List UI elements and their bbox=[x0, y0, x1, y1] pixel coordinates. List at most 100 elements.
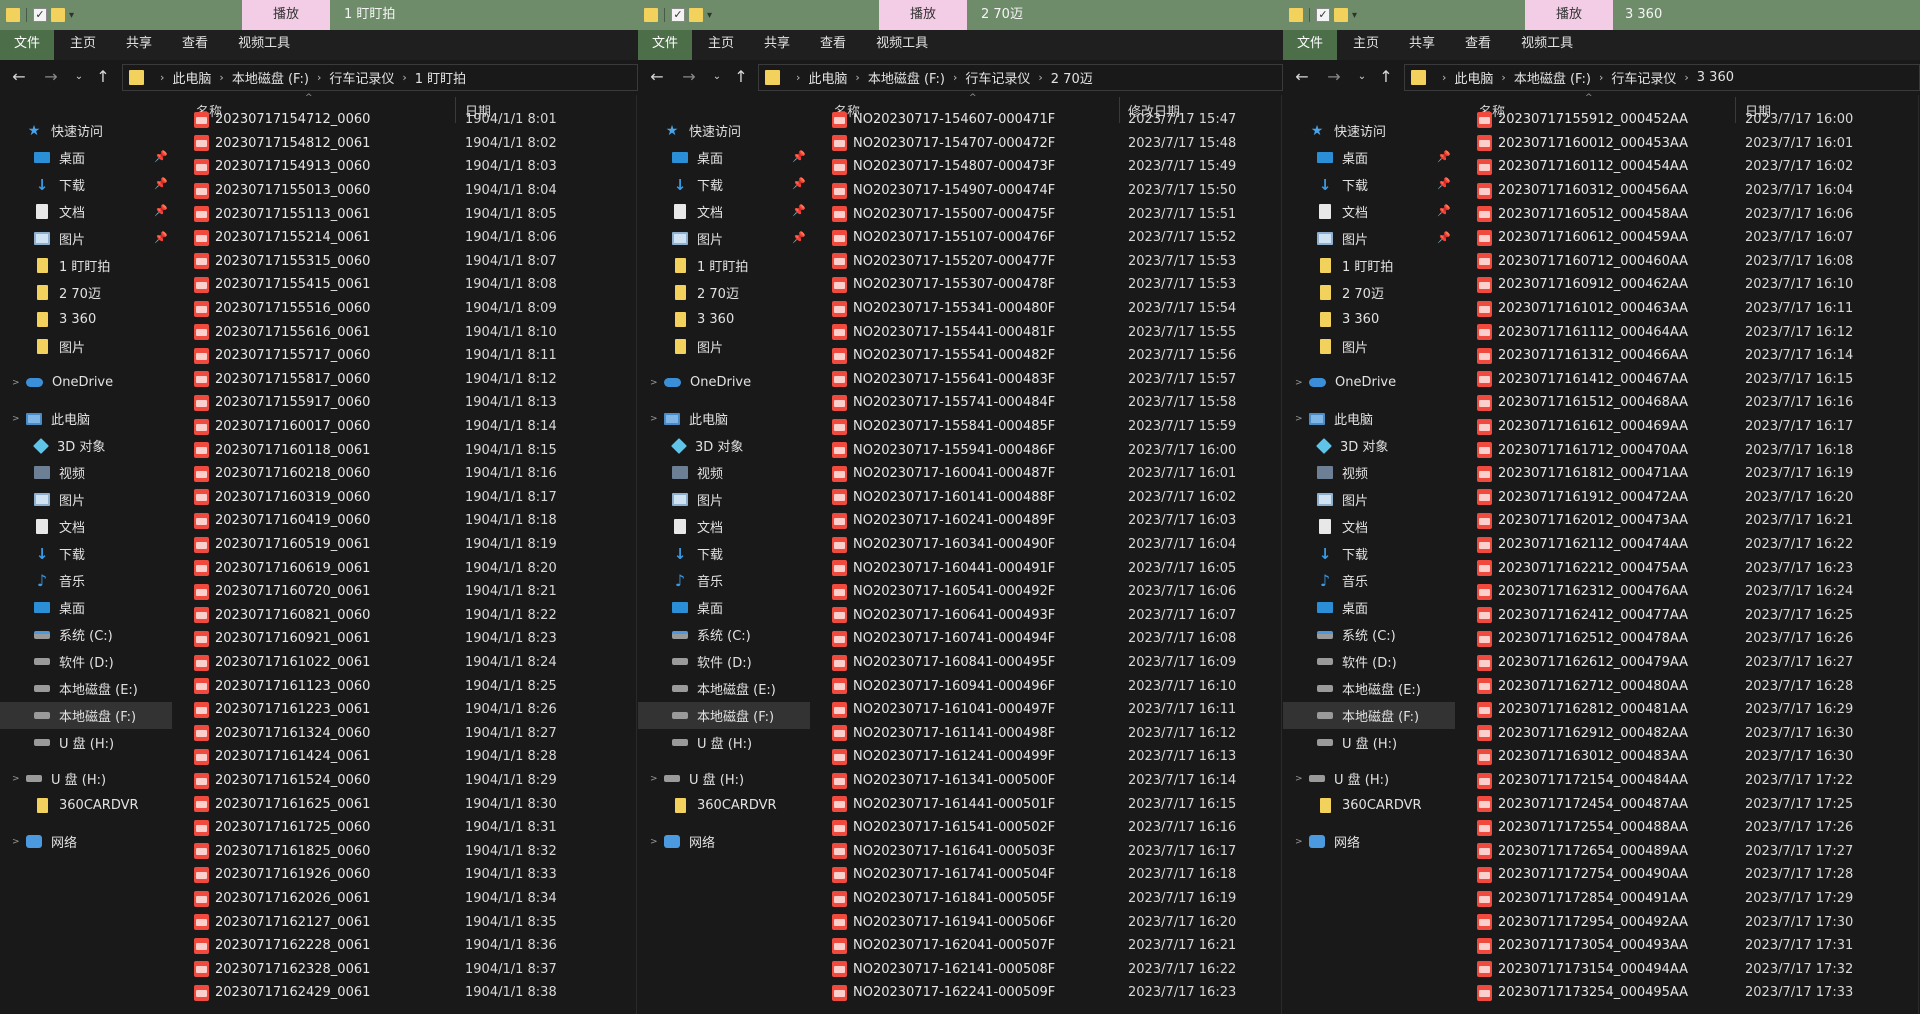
nav-pane-item[interactable]: 文档 bbox=[638, 513, 810, 540]
vertical-scrollbar[interactable] bbox=[1918, 95, 1919, 1014]
file-row[interactable]: 20230717161123_0060 1904/1/1 8:25 bbox=[194, 674, 626, 698]
nav-pane-item[interactable]: ↓ 下载 bbox=[0, 540, 172, 567]
breadcrumb-item[interactable]: 1 盯盯拍 bbox=[415, 68, 466, 87]
nav-pane-item[interactable]: > 此电脑 bbox=[1283, 405, 1455, 432]
file-row[interactable]: 20230717173054_000493AA 2023/7/17 17:31 bbox=[1477, 934, 1908, 958]
file-row[interactable]: NO20230717-154907-000474F 2023/7/17 15:50 bbox=[832, 179, 1271, 203]
file-row[interactable]: 20230717160821_0060 1904/1/1 8:22 bbox=[194, 604, 626, 628]
ribbon-tab[interactable]: 共享 bbox=[750, 30, 804, 60]
nav-pane-item[interactable]: U 盘 (H:) bbox=[0, 729, 172, 756]
file-row[interactable]: 20230717172754_000490AA 2023/7/17 17:28 bbox=[1477, 863, 1908, 887]
nav-pane-item[interactable]: 桌面 📌 bbox=[1283, 144, 1455, 171]
file-row[interactable]: 20230717161012_000463AA 2023/7/17 16:11 bbox=[1477, 297, 1908, 321]
file-row[interactable]: 20230717162712_000480AA 2023/7/17 16:28 bbox=[1477, 674, 1908, 698]
file-row[interactable]: 20230717161912_000472AA 2023/7/17 16:20 bbox=[1477, 486, 1908, 510]
file-row[interactable]: 20230717161223_0061 1904/1/1 8:26 bbox=[194, 698, 626, 722]
expand-icon[interactable]: > bbox=[12, 774, 20, 784]
ribbon-tab[interactable]: 共享 bbox=[112, 30, 166, 60]
nav-pane-item[interactable]: 1 盯盯拍 bbox=[638, 252, 810, 279]
breadcrumb-item[interactable]: 行车记录仪 bbox=[1611, 68, 1676, 87]
ribbon-tab[interactable]: 主页 bbox=[1339, 30, 1393, 60]
up-button[interactable]: ↑ bbox=[92, 64, 114, 90]
ribbon-tab[interactable]: 文件 bbox=[0, 30, 55, 60]
nav-pane-item[interactable]: > U 盘 (H:) bbox=[1283, 765, 1455, 792]
file-row[interactable]: 20230717162026_0061 1904/1/1 8:34 bbox=[194, 887, 626, 911]
file-row[interactable]: 20230717161112_000464AA 2023/7/17 16:12 bbox=[1477, 320, 1908, 344]
file-row[interactable]: 20230717161524_0060 1904/1/1 8:29 bbox=[194, 769, 626, 793]
expand-icon[interactable]: > bbox=[1295, 414, 1303, 424]
back-button[interactable]: ← bbox=[1291, 64, 1313, 90]
address-bar[interactable]: › 此电脑 › 本地磁盘 (F:) › 行车记录仪 › 2 70迈 bbox=[758, 64, 1283, 91]
expand-icon[interactable]: > bbox=[650, 774, 658, 784]
nav-pane-item[interactable]: > 此电脑 bbox=[638, 405, 810, 432]
folder-icon[interactable] bbox=[1289, 8, 1303, 22]
chevron-right-icon[interactable]: › bbox=[219, 71, 223, 84]
expand-icon[interactable]: > bbox=[650, 378, 658, 388]
nav-pane-item[interactable]: > OneDrive bbox=[638, 369, 810, 396]
nav-pane-item[interactable]: 视频 bbox=[1283, 459, 1455, 486]
new-folder-icon[interactable] bbox=[1334, 8, 1348, 22]
nav-pane-item[interactable]: 本地磁盘 (E:) bbox=[638, 675, 810, 702]
file-row[interactable]: NO20230717-162241-000509F 2023/7/17 16:23 bbox=[832, 981, 1271, 1005]
file-row[interactable]: 20230717162612_000479AA 2023/7/17 16:27 bbox=[1477, 651, 1908, 675]
nav-pane-item[interactable]: 图片 bbox=[638, 486, 810, 513]
file-row[interactable]: 20230717160218_0060 1904/1/1 8:16 bbox=[194, 462, 626, 486]
file-row[interactable]: 20230717172954_000492AA 2023/7/17 17:30 bbox=[1477, 910, 1908, 934]
file-row[interactable]: 20230717161825_0060 1904/1/1 8:32 bbox=[194, 840, 626, 864]
file-row[interactable]: NO20230717-160141-000488F 2023/7/17 16:02 bbox=[832, 486, 1271, 510]
breadcrumb-item[interactable]: 此电脑 bbox=[808, 68, 847, 87]
file-row[interactable]: NO20230717-155307-000478F 2023/7/17 15:53 bbox=[832, 273, 1271, 297]
nav-pane-item[interactable]: 3D 对象 bbox=[1283, 432, 1455, 459]
nav-pane-item[interactable]: 桌面 bbox=[0, 594, 172, 621]
ribbon-tab[interactable]: 视频工具 bbox=[862, 30, 942, 60]
file-row[interactable]: 20230717155113_0061 1904/1/1 8:05 bbox=[194, 202, 626, 226]
file-row[interactable]: NO20230717-155441-000481F 2023/7/17 15:55 bbox=[832, 320, 1271, 344]
file-row[interactable]: 20230717160519_0061 1904/1/1 8:19 bbox=[194, 533, 626, 557]
breadcrumb-item[interactable]: 此电脑 bbox=[1454, 68, 1493, 87]
ribbon-tab[interactable]: 视频工具 bbox=[224, 30, 304, 60]
chevron-right-icon[interactable]: › bbox=[402, 71, 406, 84]
customize-toolbar-icon[interactable]: ▾ bbox=[707, 10, 712, 21]
nav-pane-item[interactable]: 本地磁盘 (F:) bbox=[638, 702, 810, 729]
nav-pane-item[interactable]: > OneDrive bbox=[1283, 369, 1455, 396]
file-row[interactable]: NO20230717-160941-000496F 2023/7/17 16:10 bbox=[832, 674, 1271, 698]
chevron-right-icon[interactable]: › bbox=[1599, 71, 1603, 84]
nav-pane-item[interactable]: 1 盯盯拍 bbox=[0, 252, 172, 279]
ribbon-tab[interactable]: 文件 bbox=[1283, 30, 1338, 60]
file-row[interactable]: 20230717161512_000468AA 2023/7/17 16:16 bbox=[1477, 391, 1908, 415]
nav-pane-item[interactable]: 2 70迈 bbox=[1283, 279, 1455, 306]
file-row[interactable]: 20230717155717_0060 1904/1/1 8:11 bbox=[194, 344, 626, 368]
expand-icon[interactable]: > bbox=[1295, 378, 1303, 388]
ribbon-tab[interactable]: 查看 bbox=[168, 30, 222, 60]
breadcrumb-item[interactable]: 本地磁盘 (F:) bbox=[232, 68, 309, 87]
file-row[interactable]: 20230717155013_0060 1904/1/1 8:04 bbox=[194, 179, 626, 203]
nav-pane-item[interactable]: 3D 对象 bbox=[0, 432, 172, 459]
file-row[interactable]: NO20230717-162041-000507F 2023/7/17 16:21 bbox=[832, 934, 1271, 958]
context-tab-play[interactable]: 播放 bbox=[1525, 0, 1613, 30]
chevron-right-icon[interactable]: › bbox=[1442, 71, 1446, 84]
file-row[interactable]: 20230717155516_0060 1904/1/1 8:09 bbox=[194, 297, 626, 321]
nav-pane-item[interactable]: 视频 bbox=[0, 459, 172, 486]
file-row[interactable]: 20230717160720_0061 1904/1/1 8:21 bbox=[194, 580, 626, 604]
nav-pane-item[interactable]: 文档 📌 bbox=[0, 198, 172, 225]
nav-pane-item[interactable]: ↓ 下载 📌 bbox=[0, 171, 172, 198]
new-folder-icon[interactable] bbox=[51, 8, 65, 22]
ribbon-tab[interactable]: 主页 bbox=[694, 30, 748, 60]
nav-pane-item[interactable]: ★ 快速访问 bbox=[0, 117, 172, 144]
nav-pane-item[interactable]: > 网络 bbox=[1283, 828, 1455, 855]
file-row[interactable]: 20230717172854_000491AA 2023/7/17 17:29 bbox=[1477, 887, 1908, 911]
file-row[interactable]: NO20230717-161941-000506F 2023/7/17 16:20 bbox=[832, 910, 1271, 934]
file-row[interactable]: NO20230717-154707-000472F 2023/7/17 15:48 bbox=[832, 132, 1271, 156]
file-row[interactable]: 20230717155917_0060 1904/1/1 8:13 bbox=[194, 391, 626, 415]
file-row[interactable]: 20230717172554_000488AA 2023/7/17 17:26 bbox=[1477, 816, 1908, 840]
expand-icon[interactable]: > bbox=[12, 414, 20, 424]
file-row[interactable]: 20230717162127_0061 1904/1/1 8:35 bbox=[194, 910, 626, 934]
nav-pane-item[interactable]: 文档 📌 bbox=[638, 198, 810, 225]
file-row[interactable]: 20230717154913_0060 1904/1/1 8:03 bbox=[194, 155, 626, 179]
file-row[interactable]: NO20230717-155207-000477F 2023/7/17 15:53 bbox=[832, 250, 1271, 274]
nav-pane-item[interactable]: 桌面 bbox=[638, 594, 810, 621]
expand-icon[interactable]: > bbox=[650, 414, 658, 424]
file-row[interactable]: NO20230717-160541-000492F 2023/7/17 16:06 bbox=[832, 580, 1271, 604]
nav-pane-item[interactable]: > U 盘 (H:) bbox=[638, 765, 810, 792]
breadcrumb-item[interactable]: 行车记录仪 bbox=[329, 68, 394, 87]
